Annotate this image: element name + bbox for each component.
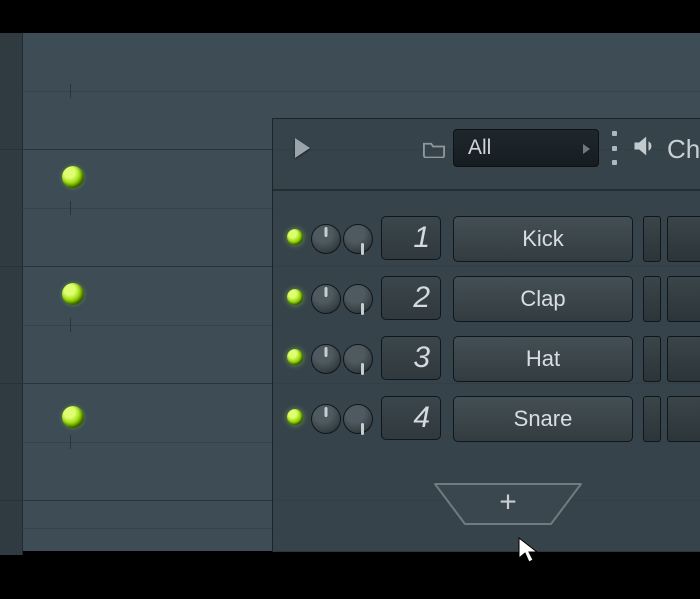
step-cell[interactable] [667, 396, 700, 442]
options-menu-button[interactable] [609, 131, 619, 165]
channel-row: 3 Hat [273, 331, 700, 389]
channel-mute-led[interactable] [287, 289, 303, 305]
grid-tick [70, 435, 71, 449]
track-header[interactable] [0, 150, 23, 266]
channel-rows: 1 Kick 2 Clap 3 Hat 4 Snare [273, 211, 700, 451]
add-channel-button[interactable]: + [433, 482, 583, 526]
step-cell[interactable] [643, 396, 661, 442]
track-header[interactable] [0, 267, 23, 383]
channel-volume-knob[interactable] [343, 224, 373, 254]
channel-mute-led[interactable] [287, 349, 303, 365]
folder-icon [423, 141, 445, 155]
header-right-label: Ch [667, 134, 700, 165]
channel-name-button[interactable]: Hat [453, 336, 633, 382]
step-cell[interactable] [667, 336, 700, 382]
step-cell[interactable] [643, 216, 661, 262]
channel-name-button[interactable]: Snare [453, 396, 633, 442]
channel-mute-led[interactable] [287, 409, 303, 425]
clip-marker-icon[interactable] [62, 283, 84, 305]
step-cell[interactable] [667, 216, 700, 262]
channel-volume-knob[interactable] [343, 344, 373, 374]
channel-filter-dropdown[interactable]: All [453, 129, 599, 167]
step-cell[interactable] [643, 336, 661, 382]
step-cell[interactable] [667, 276, 700, 322]
channel-row: 2 Clap [273, 271, 700, 329]
grid-tick [70, 84, 71, 98]
play-icon [295, 138, 310, 158]
channel-pan-knob[interactable] [311, 224, 341, 254]
channel-name-button[interactable]: Kick [453, 216, 633, 262]
channel-number[interactable]: 4 [381, 396, 441, 440]
cursor-icon [516, 536, 540, 564]
channel-mute-led[interactable] [287, 229, 303, 245]
plus-icon: + [499, 485, 517, 519]
step-cell[interactable] [643, 276, 661, 322]
channel-row: 4 Snare [273, 391, 700, 449]
track-header[interactable] [0, 384, 23, 500]
chevron-right-icon [583, 144, 590, 154]
speaker-icon [631, 132, 659, 167]
workspace: All Ch 1 Kick 2 Clap 3 Hat 4 Snare + [0, 33, 700, 551]
channel-number[interactable]: 3 [381, 336, 441, 380]
grid-tick [70, 318, 71, 332]
channel-number[interactable]: 2 [381, 276, 441, 320]
channel-name-button[interactable]: Clap [453, 276, 633, 322]
channel-pan-knob[interactable] [311, 344, 341, 374]
clip-marker-icon[interactable] [62, 406, 84, 428]
play-button[interactable] [287, 133, 317, 163]
channel-pan-knob[interactable] [311, 404, 341, 434]
channel-row: 1 Kick [273, 211, 700, 269]
grid-tick [70, 201, 71, 215]
clip-marker-icon[interactable] [62, 166, 84, 188]
divider [273, 189, 700, 191]
channel-rack-toolbar: All Ch [273, 119, 700, 181]
channel-pan-knob[interactable] [311, 284, 341, 314]
channel-header-right[interactable]: Ch [631, 129, 700, 169]
channel-volume-knob[interactable] [343, 404, 373, 434]
channel-volume-knob[interactable] [343, 284, 373, 314]
channel-rack-panel: All Ch 1 Kick 2 Clap 3 Hat 4 Snare + [272, 118, 700, 552]
track-header[interactable] [0, 501, 23, 555]
track-header[interactable] [0, 33, 23, 149]
filter-label: All [468, 136, 491, 160]
channel-number[interactable]: 1 [381, 216, 441, 260]
